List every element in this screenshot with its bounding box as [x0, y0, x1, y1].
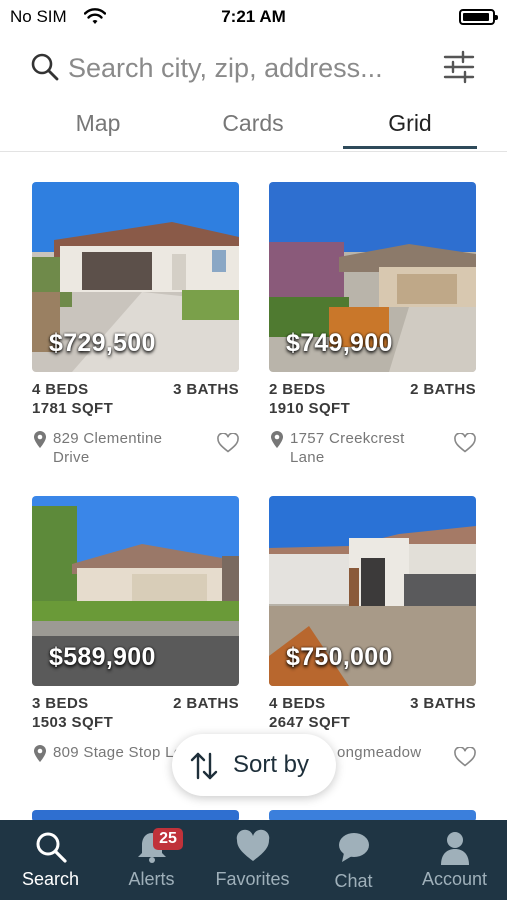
listing-baths: 3 BATHS — [410, 695, 476, 712]
nav-favorites[interactable]: Favorites — [202, 820, 303, 900]
listing-specs: 3 BEDS 2 BATHS 1503 SQFT — [32, 695, 239, 735]
map-pin-icon — [34, 745, 46, 762]
nav-chat[interactable]: Chat — [303, 820, 404, 900]
favorite-heart-icon[interactable] — [454, 433, 476, 453]
listing-sqft: 1910 SQFT — [269, 400, 351, 417]
search-icon — [36, 832, 67, 863]
nav-chat-label: Chat — [334, 871, 373, 891]
nav-account[interactable]: Account — [404, 820, 505, 900]
listing-card[interactable]: $749,900 2 BEDS 2 BATHS 1910 SQFT 1757 C… — [269, 182, 476, 469]
favorite-heart-icon[interactable] — [217, 433, 239, 453]
map-pin-icon — [34, 431, 46, 448]
listing-card[interactable]: $729,500 4 BEDS 3 BATHS 1781 SQFT 829 Cl… — [32, 182, 239, 469]
listing-photo[interactable] — [269, 810, 476, 820]
listing-address: 829 Clementine Drive — [53, 430, 163, 466]
tab-cards[interactable]: Cards — [186, 100, 320, 150]
nav-account-label: Account — [421, 869, 488, 889]
listing-sqft: 1503 SQFT — [32, 714, 114, 731]
listing-specs: 2 BEDS 2 BATHS 1910 SQFT — [269, 381, 476, 421]
listing-sqft: 2647 SQFT — [269, 714, 351, 731]
listing-price: $749,900 — [286, 329, 393, 357]
nav-favorites-label: Favorites — [215, 869, 290, 889]
listing-specs: 4 BEDS 3 BATHS 1781 SQFT — [32, 381, 239, 421]
sort-by-button[interactable]: Sort by — [172, 734, 336, 796]
sort-by-label: Sort by — [233, 751, 310, 778]
nav-search[interactable]: Search — [0, 820, 101, 900]
listing-address-row: 829 Clementine Drive — [32, 429, 239, 469]
listing-photo[interactable]: $750,000 — [269, 496, 476, 686]
search-bar — [0, 44, 507, 92]
listing-sqft: 1781 SQFT — [32, 400, 114, 417]
heart-icon — [236, 829, 270, 861]
favorite-heart-icon[interactable] — [454, 747, 476, 767]
listing-photo[interactable] — [32, 810, 239, 820]
clock: 7:21 AM — [221, 7, 286, 26]
listing-price: $589,900 — [49, 643, 156, 671]
listing-photo[interactable]: $589,900 — [32, 496, 239, 686]
map-pin-icon — [271, 431, 283, 448]
listing-beds: 4 BEDS — [32, 381, 89, 398]
chat-icon — [339, 833, 369, 862]
status-bar: No SIM 7:21 AM — [0, 0, 507, 36]
nav-alerts-label: Alerts — [128, 869, 175, 889]
listing-specs: 4 BEDS 3 BATHS 2647 SQFT — [269, 695, 476, 735]
listing-beds: 4 BEDS — [269, 695, 326, 712]
alerts-count-badge: 25 — [153, 828, 183, 850]
listing-photo[interactable]: $729,500 — [32, 182, 239, 372]
search-input[interactable] — [68, 48, 428, 88]
person-icon — [441, 832, 469, 865]
listing-price: $750,000 — [286, 643, 393, 671]
sort-arrows-icon — [190, 752, 218, 780]
nav-alerts[interactable]: 25 Alerts — [101, 820, 202, 900]
listing-baths: 2 BATHS — [173, 695, 239, 712]
listing-grid: $729,500 4 BEDS 3 BATHS 1781 SQFT 829 Cl… — [0, 152, 507, 820]
view-tabs: Map Cards Grid — [0, 100, 507, 152]
filter-sliders-icon[interactable] — [443, 50, 475, 84]
active-tab-indicator — [343, 146, 477, 149]
listing-beds: 2 BEDS — [269, 381, 326, 398]
listing-baths: 3 BATHS — [173, 381, 239, 398]
battery-icon — [459, 9, 498, 25]
listing-address: 1757 Creekcrest Lane — [290, 430, 405, 466]
listing-photo[interactable]: $749,900 — [269, 182, 476, 372]
search-icon — [31, 53, 59, 81]
listing-address-row: 1757 Creekcrest Lane — [269, 429, 476, 469]
tab-grid[interactable]: Grid — [343, 100, 477, 150]
listing-price: $729,500 — [49, 329, 156, 357]
tab-map[interactable]: Map — [31, 100, 165, 150]
listing-beds: 3 BEDS — [32, 695, 89, 712]
listing-baths: 2 BATHS — [410, 381, 476, 398]
bottom-nav: Search 25 Alerts Favorites Chat Account — [0, 820, 507, 900]
nav-search-label: Search — [21, 869, 80, 889]
